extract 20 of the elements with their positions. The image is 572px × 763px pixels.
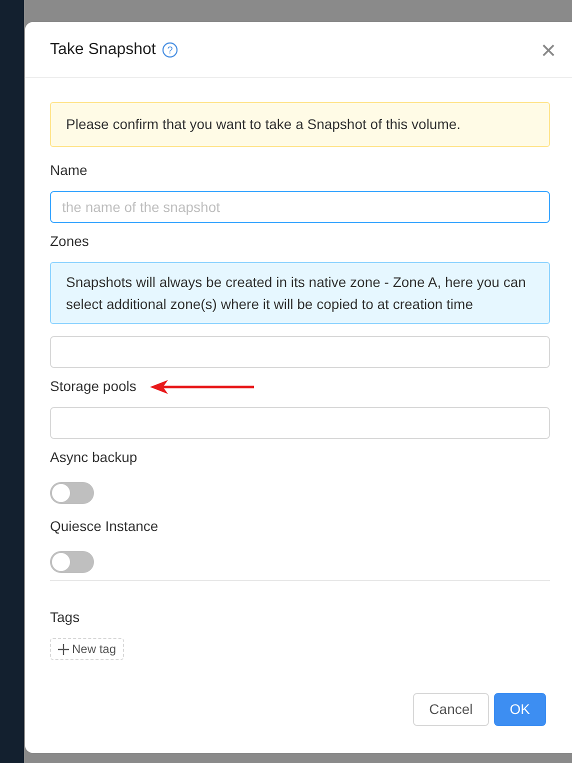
- field-label: Storage pools: [50, 377, 136, 396]
- storage-pools-select[interactable]: [50, 407, 550, 439]
- warning-alert: Please confirm that you want to take a Snapshot of this volume.: [50, 102, 550, 147]
- field-label: Name: [50, 161, 88, 180]
- info-alert: Snapshots will always be created in its native zone - Zone A, here you can select additional zone(s) where it will be copied to at creation time: [50, 262, 550, 324]
- cancel-button[interactable]: Cancel: [413, 693, 489, 726]
- close-button[interactable]: ×: [534, 36, 562, 62]
- new-tag-button[interactable]: New tag: [50, 638, 124, 660]
- help-icon[interactable]: ?: [162, 42, 178, 58]
- field-label: Zones: [50, 232, 89, 251]
- toggle-switch[interactable]: [50, 551, 94, 573]
- field-label: Quiesce Instance: [50, 517, 158, 536]
- tags-label: Tags: [50, 608, 80, 627]
- dialog-title: Take Snapshot: [50, 40, 156, 60]
- zones-select[interactable]: [50, 336, 550, 368]
- plus-icon: [58, 644, 69, 654]
- field-label: Async backup: [50, 448, 138, 467]
- ok-button[interactable]: OK: [494, 693, 546, 726]
- toggle-switch[interactable]: [50, 482, 94, 504]
- name-input[interactable]: the name of the snapshot: [50, 191, 550, 223]
